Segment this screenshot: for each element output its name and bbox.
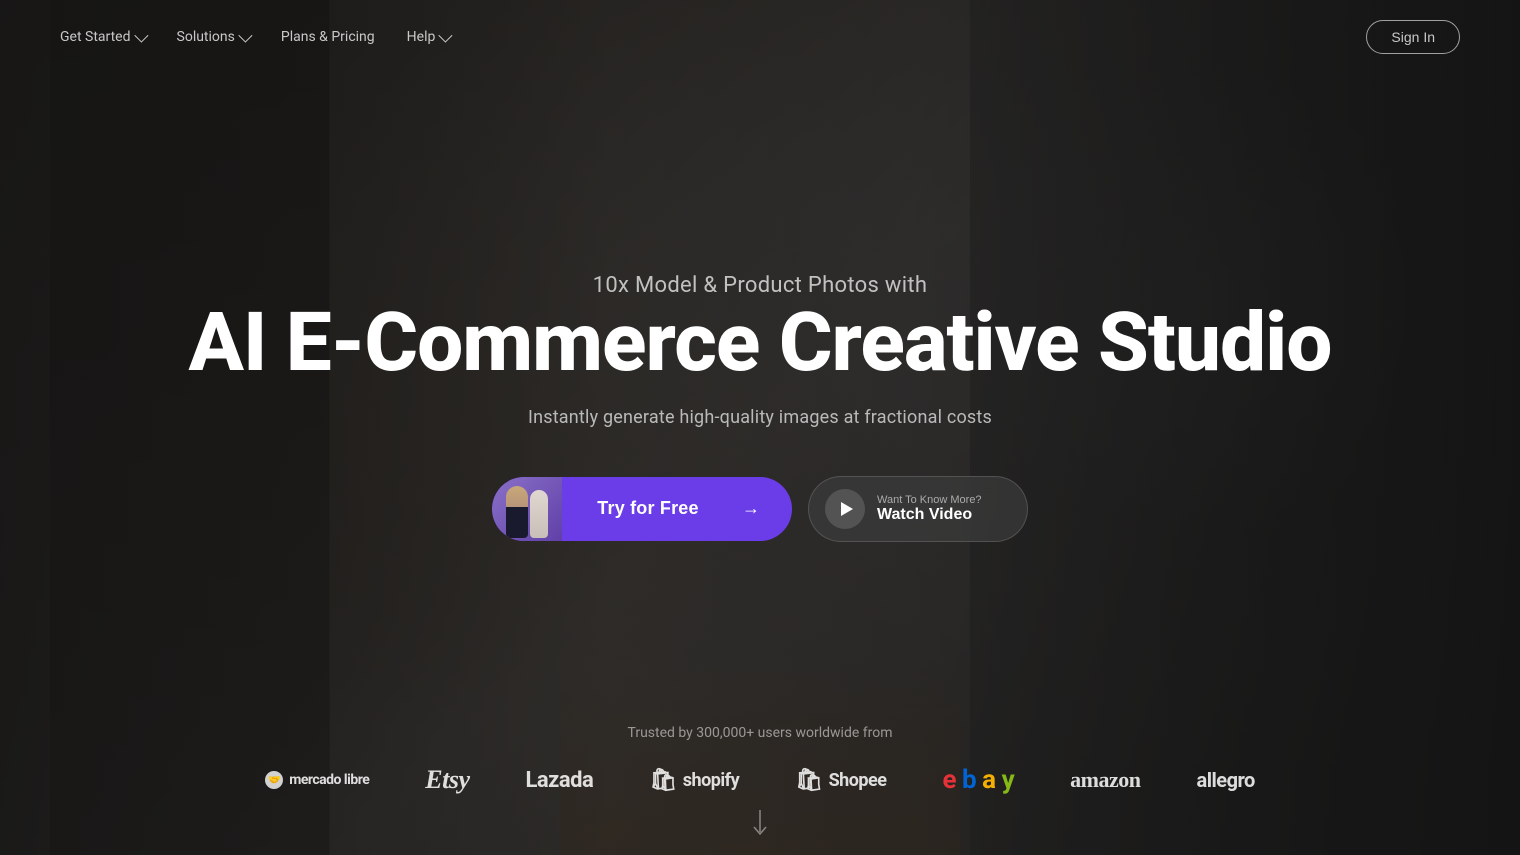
cta-row: Try for Free → Want To Know More? Watch … <box>492 476 1028 542</box>
watch-video-button[interactable]: Want To Know More? Watch Video <box>808 476 1028 542</box>
nav-solutions[interactable]: Solutions <box>177 29 249 45</box>
play-circle <box>825 489 865 529</box>
button-figures <box>506 480 548 538</box>
watch-video-small-label: Want To Know More? <box>877 494 982 506</box>
hero-wrapper: Get Started Solutions Plans & Pricing He… <box>0 0 1520 855</box>
nav-solutions-label: Solutions <box>177 29 235 45</box>
nav-get-started[interactable]: Get Started <box>60 29 145 45</box>
nav-get-started-label: Get Started <box>60 29 131 45</box>
nav-plans-pricing[interactable]: Plans & Pricing <box>281 29 375 45</box>
ebay-logo: ebay <box>942 765 1014 795</box>
mercado-libre-logo: 🤝 mercado libre <box>265 771 369 789</box>
chevron-down-icon <box>439 29 453 43</box>
sign-in-button[interactable]: Sign In <box>1366 20 1460 54</box>
amazon-logo: amazon <box>1070 767 1140 793</box>
mannequin-figure <box>530 490 548 538</box>
chevron-down-icon <box>238 29 252 43</box>
trusted-section: Trusted by 300,000+ users worldwide from… <box>0 725 1520 795</box>
brand-logos: 🤝 mercado libre Etsy Lazada 🛍 shopify 🛍 … <box>265 765 1255 795</box>
hero-description: Instantly generate high-quality images a… <box>528 407 992 428</box>
shopee-logo: 🛍 Shopee <box>795 768 886 793</box>
etsy-logo: Etsy <box>425 765 469 795</box>
chevron-down-icon <box>134 29 148 43</box>
arrow-right-icon: → <box>742 498 760 519</box>
nav-left: Get Started Solutions Plans & Pricing He… <box>60 29 449 45</box>
play-icon <box>841 502 853 516</box>
allegro-logo: allegro <box>1196 768 1254 792</box>
lazada-logo: Lazada <box>526 768 594 793</box>
shopee-bag-icon: 🛍 <box>795 768 822 793</box>
shopify-bag-icon: 🛍 <box>649 768 676 793</box>
nav-help-label: Help <box>407 29 436 45</box>
mercado-icon: 🤝 <box>265 771 283 789</box>
shopify-logo: 🛍 shopify <box>649 768 739 793</box>
nav-help[interactable]: Help <box>407 29 450 45</box>
watch-video-main-label: Watch Video <box>877 506 982 524</box>
scroll-down-indicator <box>752 810 768 845</box>
model-figure <box>506 486 528 538</box>
try-free-label: Try for Free <box>562 498 734 519</box>
nav-plans-pricing-label: Plans & Pricing <box>281 29 375 45</box>
hero-title: AI E-Commerce Creative Studio <box>189 300 1332 386</box>
trusted-text: Trusted by 300,000+ users worldwide from <box>628 725 893 741</box>
watch-video-text: Want To Know More? Watch Video <box>877 494 982 524</box>
button-image-preview <box>492 477 562 541</box>
try-for-free-button[interactable]: Try for Free → <box>492 477 792 541</box>
navigation: Get Started Solutions Plans & Pricing He… <box>0 0 1520 74</box>
